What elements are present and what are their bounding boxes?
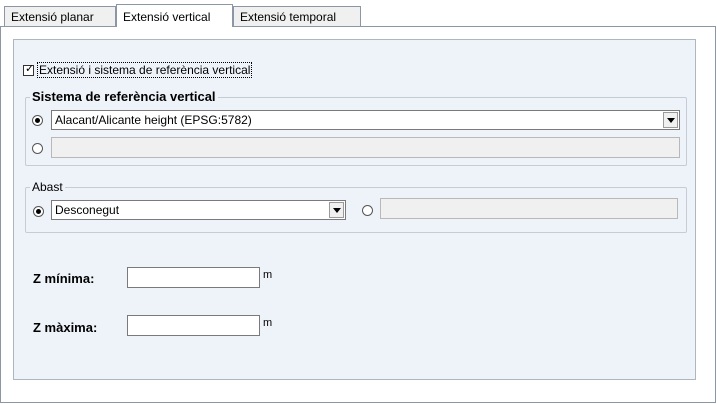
z-min-label: Z mínima: [33, 271, 95, 286]
tab-temporal-extent-label: Extensió temporal [240, 10, 337, 24]
tab-temporal-extent[interactable]: Extensió temporal [233, 6, 361, 26]
tab-vertical-extent-label: Extensió vertical [123, 10, 211, 24]
reference-system-select-value: Alacant/Alicante height (EPSG:5782) [55, 113, 252, 127]
z-min-unit: m [263, 269, 273, 281]
z-min-input[interactable] [127, 267, 260, 288]
reference-system-title: Sistema de referència vertical [30, 89, 218, 104]
reference-system-select[interactable]: Alacant/Alicante height (EPSG:5782) [51, 110, 680, 130]
vertical-extent-checkbox[interactable]: ✓ Extensió i sistema de referència verti… [20, 62, 256, 78]
scope-list-radio[interactable] [33, 206, 44, 217]
scope-title: Abast [30, 180, 65, 194]
tab-planar-extent[interactable]: Extensió planar [4, 6, 116, 26]
vertical-extent-checkbox-label: Extensió i sistema de referència vertica… [37, 62, 253, 78]
checkmark-icon: ✓ [25, 62, 35, 75]
z-max-unit: m [263, 317, 273, 329]
reference-system-custom-input[interactable] [51, 137, 680, 158]
chevron-down-icon[interactable] [329, 202, 344, 218]
z-max-input[interactable] [127, 315, 260, 336]
checkbox-box[interactable]: ✓ [23, 62, 35, 76]
scope-custom-radio[interactable] [362, 205, 373, 216]
z-max-label: Z màxima: [33, 320, 98, 335]
scope-custom-input[interactable] [380, 198, 678, 219]
chevron-down-icon[interactable] [663, 112, 678, 128]
tab-planar-extent-label: Extensió planar [11, 10, 94, 24]
radio-selected-dot [35, 118, 40, 123]
scope-select-value: Desconegut [55, 203, 120, 217]
reference-system-list-radio[interactable] [32, 115, 43, 126]
tab-vertical-extent[interactable]: Extensió vertical [116, 4, 233, 27]
reference-system-custom-radio[interactable] [32, 143, 43, 154]
radio-selected-dot [36, 209, 41, 214]
scope-select[interactable]: Desconegut [51, 200, 346, 220]
